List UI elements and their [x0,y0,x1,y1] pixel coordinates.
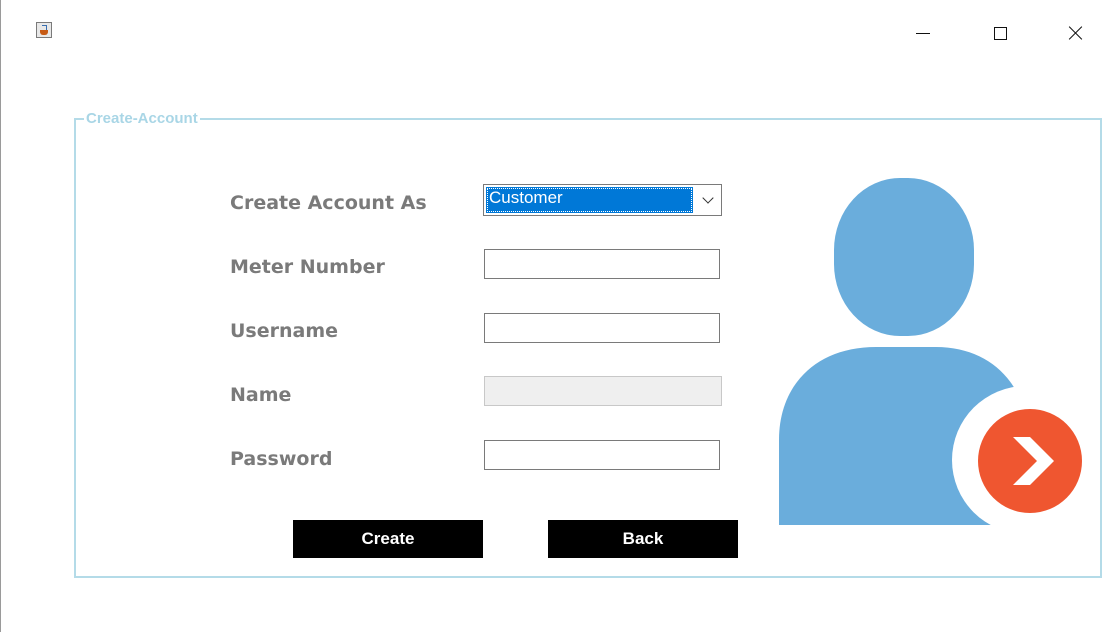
back-button[interactable]: Back [548,520,738,558]
maximize-icon [993,26,1007,40]
arrow-badge-icon [978,409,1082,513]
minimize-button[interactable] [903,16,943,50]
user-arrow-icon [779,178,1086,530]
close-icon [1068,25,1084,41]
meter-number-label: Meter Number [230,256,385,278]
minimize-icon [916,32,930,34]
meter-number-input[interactable] [484,249,720,279]
title-bar [1,0,1107,50]
create-button[interactable]: Create [293,520,483,558]
group-title: Create-Account [84,110,200,128]
account-type-selected-value: Customer [486,187,693,213]
name-label: Name [230,384,292,406]
close-button[interactable] [1056,16,1096,50]
username-input[interactable] [484,313,720,343]
chevron-down-icon [702,192,714,204]
password-input[interactable] [484,440,720,470]
maximize-button[interactable] [980,16,1020,50]
username-label: Username [230,320,339,342]
name-input [484,376,722,406]
java-cup-icon[interactable] [36,22,52,38]
create-account-as-label: Create Account As [230,192,427,214]
cup-shape [40,30,48,35]
person-head-shape [834,178,974,336]
account-type-select[interactable]: Customer [483,184,722,216]
app-window: Create-Account Create Account As Custome… [0,0,1107,632]
password-label: Password [230,448,333,470]
